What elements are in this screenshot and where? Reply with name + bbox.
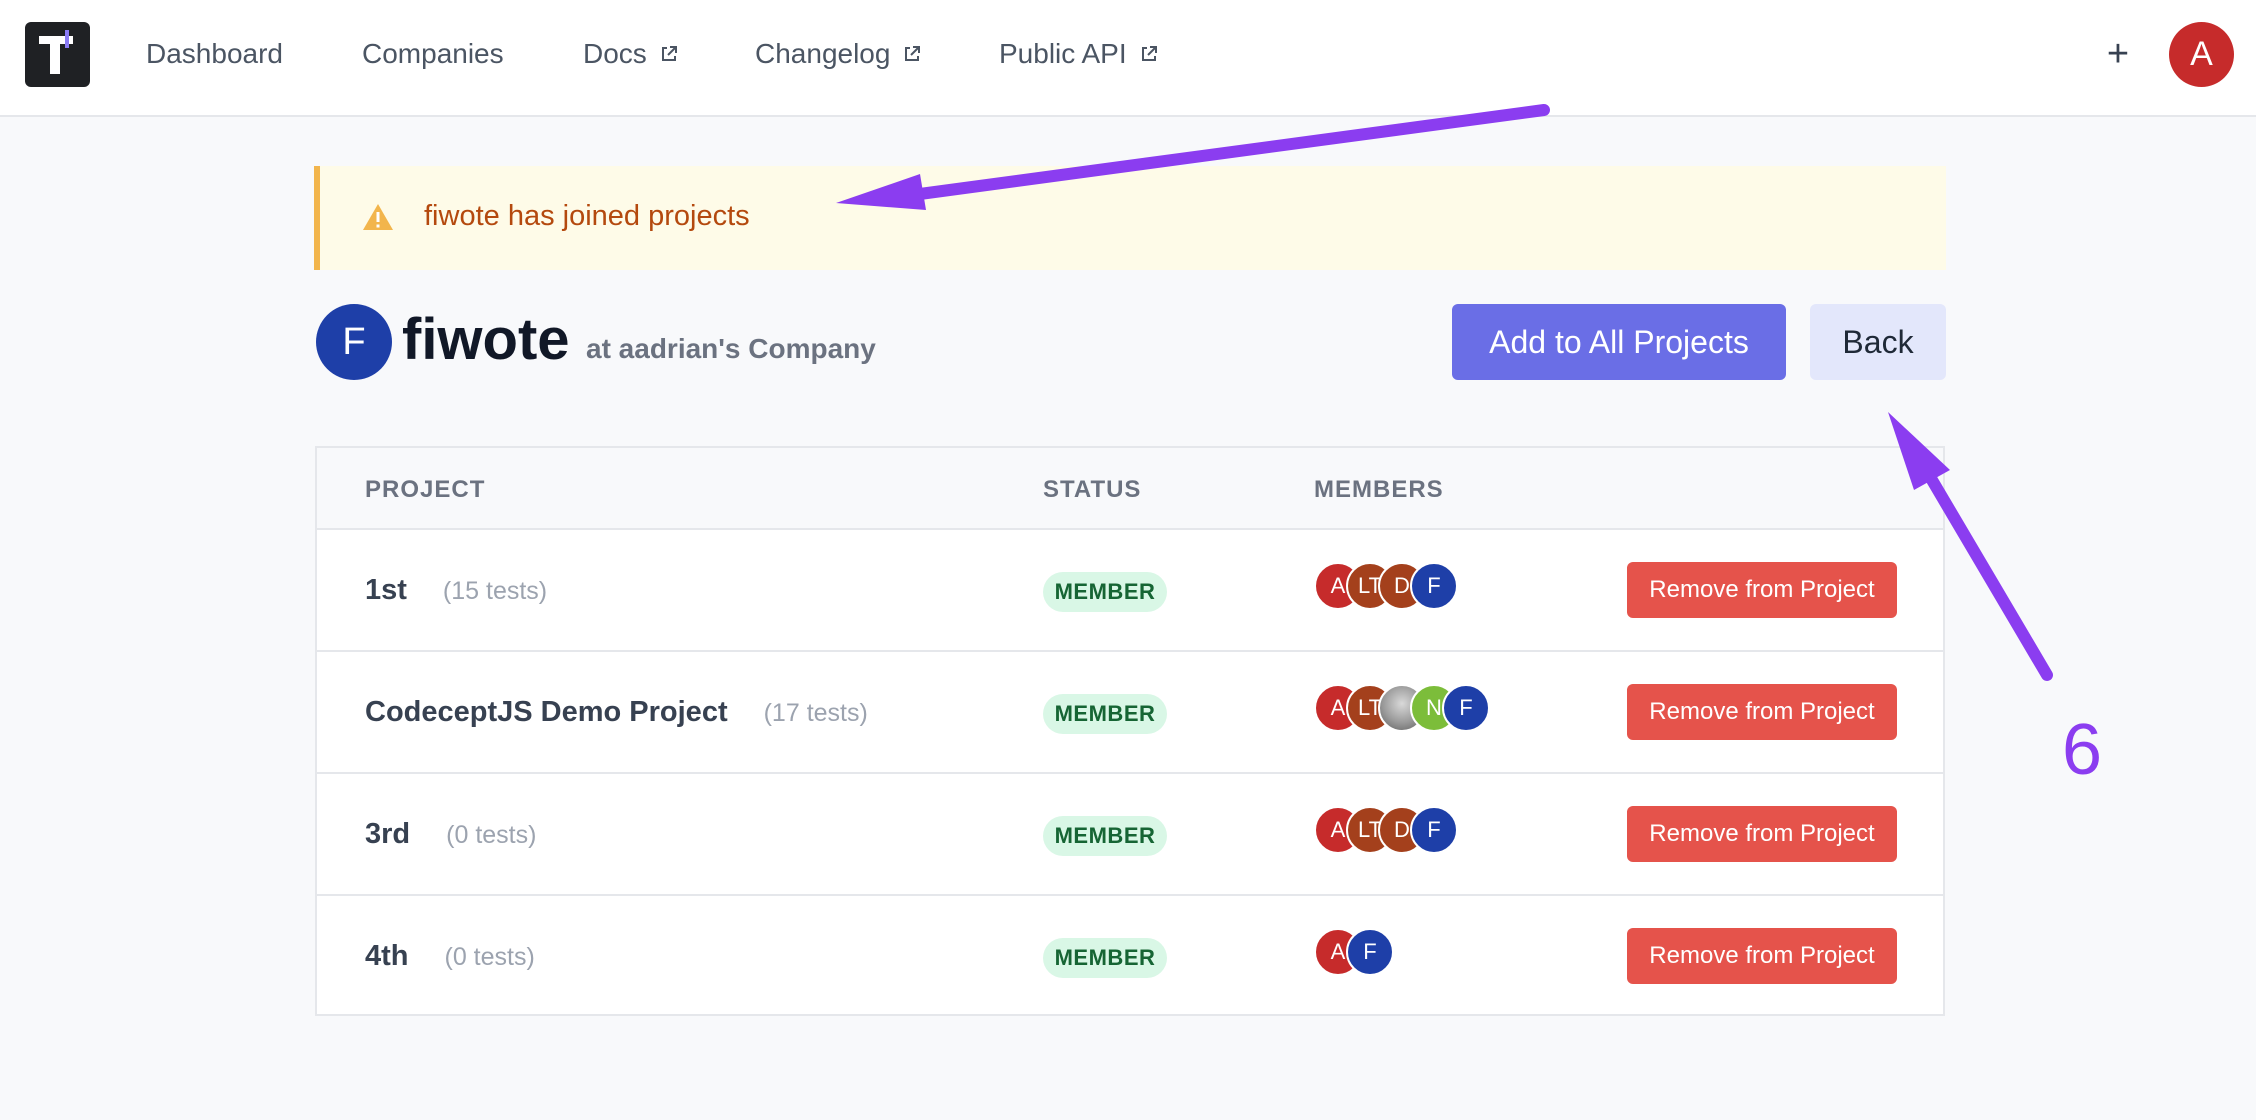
remove-from-project-button[interactable]: Remove from Project — [1627, 928, 1897, 984]
nav-docs-label: Docs — [583, 38, 647, 69]
project-name[interactable]: 4th (0 tests) — [365, 936, 535, 977]
project-test-count: (0 tests) — [444, 943, 535, 971]
remove-from-project-button[interactable]: Remove from Project — [1627, 684, 1897, 740]
header-status: STATUS — [1043, 476, 1142, 503]
table-row: 4th (0 tests) MEMBER AF Remove from Proje… — [317, 896, 1943, 1018]
project-name-text: 1st — [365, 574, 407, 606]
back-button[interactable]: Back — [1810, 304, 1946, 380]
annotation-step-number: 6 — [2062, 710, 2103, 790]
flash-notification: fiwote has joined projects — [314, 166, 1946, 270]
nav-changelog-label: Changelog — [755, 38, 891, 69]
project-name-text: 4th — [365, 940, 409, 972]
remove-from-project-button[interactable]: Remove from Project — [1627, 806, 1897, 862]
remove-from-project-button[interactable]: Remove from Project — [1627, 562, 1897, 618]
status-badge: MEMBER — [1043, 938, 1167, 978]
external-link-icon — [1141, 46, 1157, 61]
nav-dashboard-label: Dashboard — [146, 38, 283, 69]
user-avatar-menu[interactable]: A — [2169, 22, 2234, 87]
nav-docs[interactable]: Docs — [583, 34, 679, 74]
member-avatar[interactable]: F — [1410, 562, 1458, 610]
add-to-all-projects-button[interactable]: Add to All Projects — [1452, 304, 1786, 380]
project-name[interactable]: 3rd (0 tests) — [365, 814, 536, 855]
warning-icon — [363, 204, 393, 230]
page-title: fiwote — [402, 307, 570, 372]
company-subtitle: at aadrian's Company — [586, 333, 876, 364]
project-name[interactable]: 1st (15 tests) — [365, 570, 547, 611]
flash-message: fiwote has joined projects — [424, 200, 750, 232]
nav-companies-label: Companies — [362, 38, 504, 69]
app-logo[interactable] — [25, 22, 90, 87]
table-header: PROJECT STATUS MEMBERS — [317, 448, 1943, 530]
external-link-icon — [905, 46, 921, 61]
project-name[interactable]: CodeceptJS Demo Project (17 tests) — [365, 692, 868, 733]
header-members: MEMBERS — [1314, 476, 1444, 503]
table-row: 3rd (0 tests) MEMBER A LT D F Remove from Pr… — [317, 774, 1943, 896]
project-test-count: (0 tests) — [446, 821, 537, 849]
nav-public-api[interactable]: Public API — [999, 34, 1159, 74]
nav-companies[interactable]: Companies — [362, 34, 504, 74]
projects-table: PROJECT STATUS MEMBERS 1st (15 tests) MEM… — [315, 446, 1945, 1016]
user-avatar: F — [316, 304, 392, 380]
status-badge: MEMBER — [1043, 694, 1167, 734]
header-project: PROJECT — [365, 476, 486, 503]
project-name-text: 3rd — [365, 818, 411, 850]
table-row: CodeceptJS Demo Project (17 tests) MEMBER… — [317, 652, 1943, 774]
add-new-button[interactable]: + — [2098, 30, 2138, 78]
top-navigation: Dashboard Companies Docs Changelog Publi… — [0, 0, 2256, 117]
nav-dashboard[interactable]: Dashboard — [146, 34, 283, 74]
table-row: 1st (15 tests) MEMBER A LT D F Remove from P… — [317, 530, 1943, 652]
nav-public-api-label: Public API — [999, 38, 1127, 69]
external-link-icon — [661, 46, 677, 61]
status-badge: MEMBER — [1043, 816, 1167, 856]
project-test-count: (17 tests) — [763, 699, 868, 727]
nav-changelog[interactable]: Changelog — [755, 34, 922, 74]
member-avatar[interactable]: F — [1346, 928, 1394, 976]
member-avatar[interactable]: F — [1410, 806, 1458, 854]
project-test-count: (15 tests) — [442, 577, 548, 605]
status-badge: MEMBER — [1043, 572, 1167, 612]
member-avatar[interactable]: F — [1442, 684, 1490, 732]
project-name-text: CodeceptJS Demo Project — [365, 696, 728, 728]
